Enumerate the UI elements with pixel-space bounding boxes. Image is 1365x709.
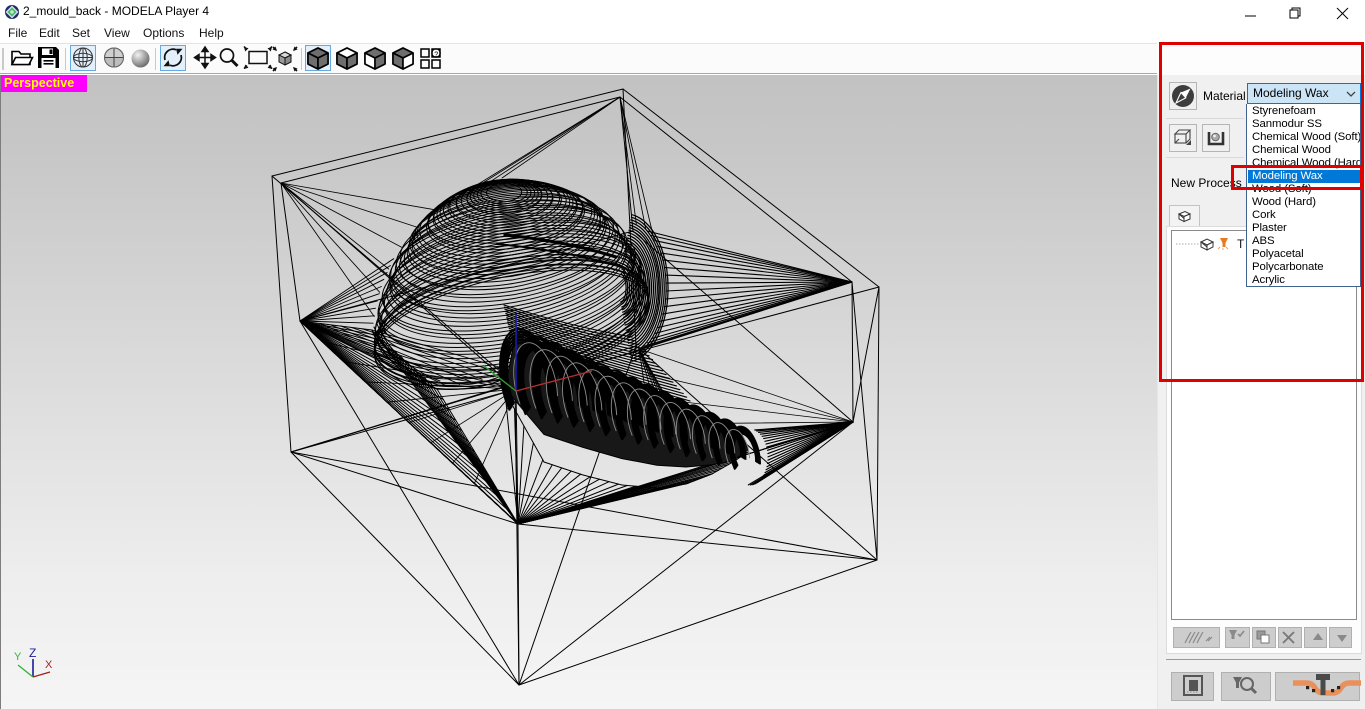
- svg-text:Z: Z: [29, 646, 36, 660]
- svg-text:X: X: [45, 659, 53, 671]
- svg-text:?: ?: [434, 52, 438, 59]
- svg-text:Y: Y: [14, 651, 22, 663]
